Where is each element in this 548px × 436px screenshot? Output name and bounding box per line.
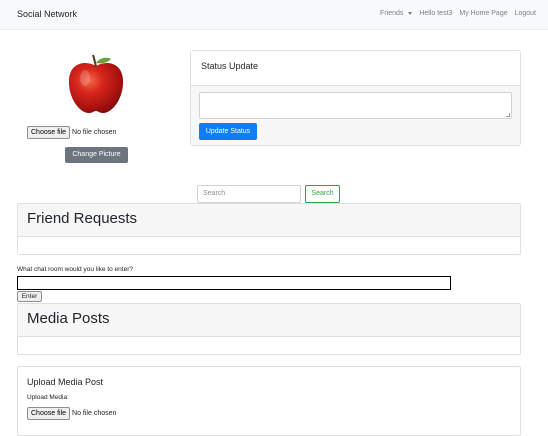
home-link[interactable]: My Home Page bbox=[459, 10, 507, 17]
status-update-card: Status Update Update Status bbox=[190, 50, 521, 146]
resize-grip-icon[interactable] bbox=[506, 113, 510, 117]
media-posts-card: Media Posts bbox=[17, 303, 521, 355]
search-button[interactable]: Search bbox=[305, 185, 340, 203]
friend-requests-card: Friend Requests bbox=[17, 203, 521, 255]
chat-room-input[interactable] bbox=[17, 276, 451, 290]
navbar: Social Network Friends Hello test3 My Ho… bbox=[0, 0, 548, 30]
upload-media-card: Upload Media Post Upload Media: Choose f… bbox=[17, 366, 521, 436]
upload-media-title: Upload Media Post bbox=[27, 377, 104, 387]
upload-no-file-text: No file chosen bbox=[72, 410, 117, 417]
friends-dropdown[interactable]: Friends bbox=[375, 10, 413, 17]
status-textarea[interactable] bbox=[199, 92, 512, 119]
upload-media-label: Upload Media: bbox=[27, 394, 69, 401]
nav-links: Friends Hello test3 My Home Page Logout bbox=[370, 10, 536, 17]
profile-file-input[interactable]: Choose file No file chosen bbox=[27, 126, 116, 139]
friend-requests-title: Friend Requests bbox=[18, 204, 520, 237]
enter-button[interactable]: Enter bbox=[17, 291, 42, 302]
update-status-button[interactable]: Update Status bbox=[199, 123, 257, 140]
chat-room-label: What chat room would you like to enter? bbox=[17, 266, 133, 273]
change-picture-button[interactable]: Change Picture bbox=[65, 147, 128, 163]
upload-choose-file-button[interactable]: Choose file bbox=[27, 407, 71, 420]
caret-down-icon bbox=[408, 11, 413, 15]
upload-file-input[interactable]: Choose file No file chosen bbox=[27, 407, 116, 420]
friends-label: Friends bbox=[380, 10, 404, 17]
brand-link[interactable]: Social Network bbox=[17, 9, 77, 19]
profile-picture bbox=[68, 54, 124, 114]
greeting-text: Hello test3 bbox=[419, 10, 453, 17]
search-input[interactable]: Search bbox=[197, 185, 301, 203]
choose-file-button[interactable]: Choose file bbox=[27, 126, 71, 139]
media-posts-title: Media Posts bbox=[18, 304, 520, 337]
media-posts-body bbox=[18, 337, 520, 354]
status-update-title: Status Update bbox=[191, 51, 520, 86]
status-update-body: Update Status bbox=[191, 86, 520, 145]
logout-link[interactable]: Logout bbox=[515, 10, 536, 17]
no-file-text: No file chosen bbox=[72, 129, 117, 136]
friend-requests-body bbox=[18, 237, 520, 254]
